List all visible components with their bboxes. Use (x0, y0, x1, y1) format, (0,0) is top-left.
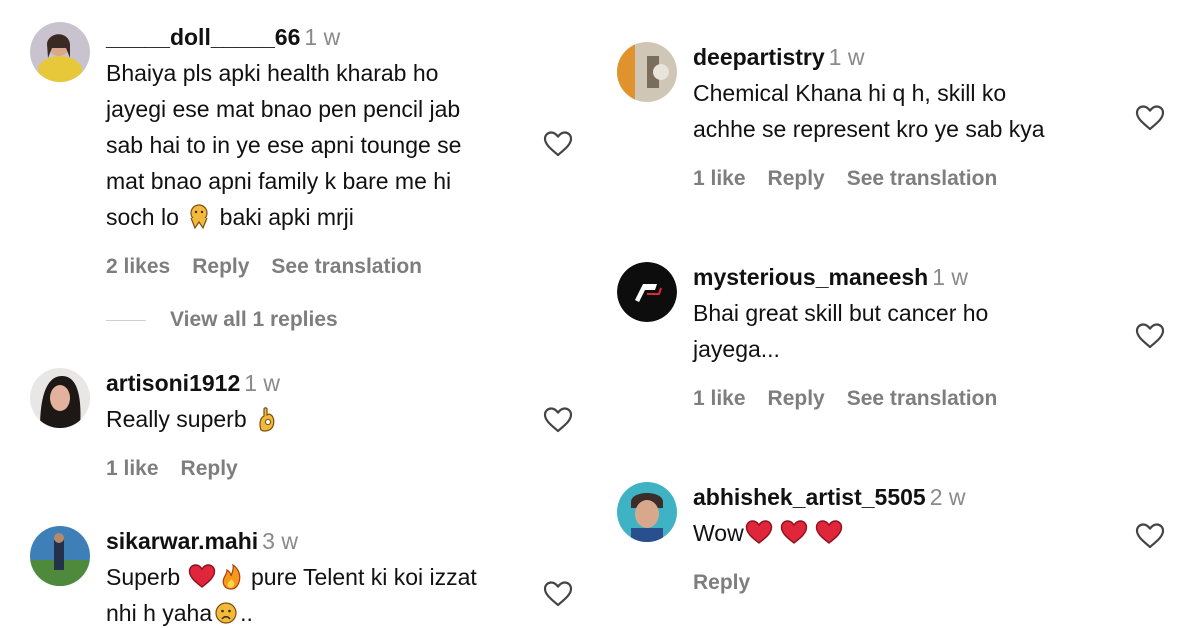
reply-button[interactable]: Reply (693, 571, 750, 594)
likes-count[interactable]: 1 like (106, 457, 159, 480)
username-link[interactable]: mysterious_maneesh (693, 264, 928, 290)
avatar[interactable] (617, 482, 677, 542)
comment-text: Chemical Khana hi q h, skill ko achhe se… (693, 80, 1045, 142)
comment-time: 3 w (262, 528, 298, 554)
comment-header: mysterious_maneesh 1 w (693, 262, 1133, 292)
likes-count[interactable]: 1 like (693, 387, 746, 410)
reply-button[interactable]: Reply (768, 387, 825, 410)
like-heart-icon[interactable] (1134, 320, 1166, 352)
comment-text: Bhaiya pls apki health kharab ho jayegi … (106, 60, 462, 230)
comment-actions: 1 like Reply See translation (693, 167, 1133, 191)
comment-header: sikarwar.mahi 3 w (106, 526, 546, 556)
fire-emoji (222, 564, 240, 590)
comment-actions: 1 like Reply See translation (693, 387, 1133, 411)
comment-header: artisoni1912 1 w (106, 368, 546, 398)
red-heart-emoji (188, 563, 216, 589)
likes-count[interactable]: 2 likes (106, 255, 170, 278)
likes-count[interactable]: 1 like (693, 167, 746, 190)
see-translation-button[interactable]: See translation (271, 255, 422, 278)
reply-button[interactable]: Reply (181, 457, 238, 480)
comment-text: Bhai great skill but cancer ho jayega... (693, 300, 989, 362)
comment-actions: Reply (693, 571, 1133, 595)
username-link[interactable]: artisoni1912 (106, 370, 240, 396)
view-replies-button[interactable]: View all 1 replies (106, 308, 338, 332)
ok-hand-emoji (259, 407, 275, 432)
red-heart-emoji (780, 519, 808, 545)
username-link[interactable]: deepartistry (693, 44, 825, 70)
like-heart-icon[interactable] (542, 404, 574, 436)
comment-time: 2 w (929, 484, 966, 510)
comment-actions: 1 like Reply (106, 457, 546, 481)
comment-text: Superb pure Telent ki koi izzat nhi h ya… (106, 563, 477, 626)
comment-header: deepartistry 1 w (693, 42, 1133, 72)
like-heart-icon[interactable] (542, 578, 574, 610)
like-heart-icon[interactable] (1134, 520, 1166, 552)
red-heart-emoji (815, 519, 843, 545)
see-translation-button[interactable]: See translation (847, 167, 998, 190)
replies-divider (106, 319, 146, 321)
comment-time: 1 w (304, 24, 341, 50)
avatar[interactable] (30, 368, 90, 428)
like-heart-icon[interactable] (1134, 102, 1166, 134)
comment-actions: 2 likes Reply See translation (106, 255, 546, 279)
comment-text: Wow (693, 515, 1133, 551)
comment-time: 1 w (932, 264, 969, 290)
comment-time: 1 w (244, 370, 281, 396)
comment-text: Really superb (106, 401, 546, 437)
reply-button[interactable]: Reply (768, 167, 825, 190)
avatar[interactable] (30, 22, 90, 82)
avatar[interactable] (617, 262, 677, 322)
like-heart-icon[interactable] (542, 128, 574, 160)
username-link[interactable]: abhishek_artist_5505 (693, 484, 926, 510)
reply-button[interactable]: Reply (192, 255, 249, 278)
praying-emoji (190, 204, 208, 230)
avatar[interactable] (30, 526, 90, 586)
comment-time: 1 w (828, 44, 865, 70)
comments-panel: _____doll_____66 1 w Bhaiya pls apki heal… (0, 0, 1200, 628)
see-translation-button[interactable]: See translation (847, 387, 998, 410)
username-link[interactable]: sikarwar.mahi (106, 528, 258, 554)
sad-face-emoji (215, 602, 237, 624)
avatar[interactable] (617, 42, 677, 102)
username-link[interactable]: _____doll_____66 (106, 24, 300, 50)
comment-header: _____doll_____66 1 w (106, 22, 546, 52)
red-heart-emoji (745, 519, 773, 545)
comment-header: abhishek_artist_5505 2 w (693, 482, 1133, 512)
